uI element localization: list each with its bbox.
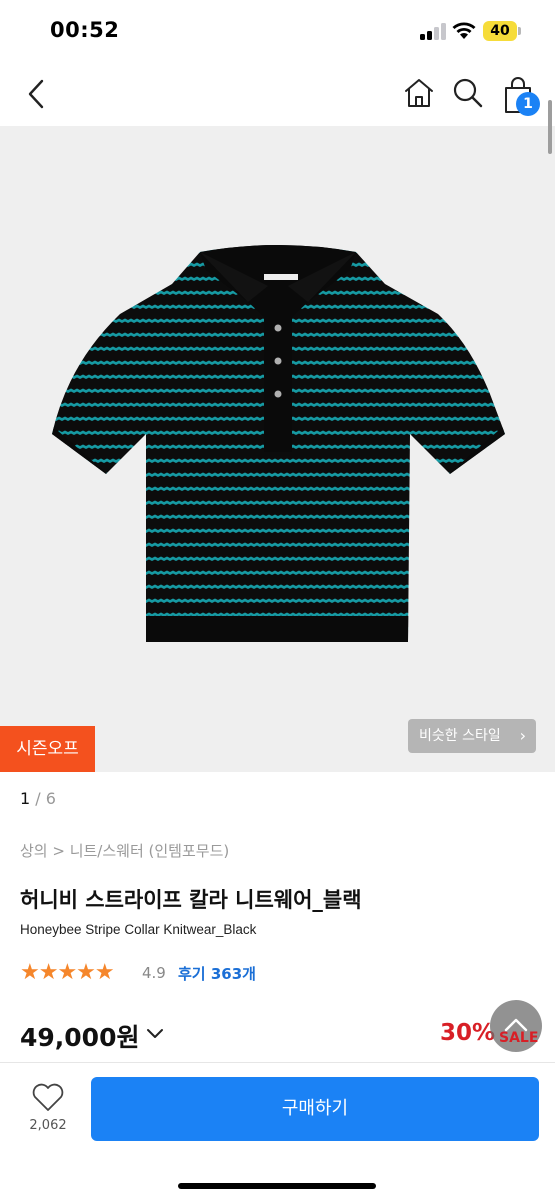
back-icon[interactable] — [22, 76, 52, 112]
like-count: 2,062 — [29, 1118, 67, 1133]
home-indicator — [178, 1183, 376, 1189]
pager-total: 6 — [45, 789, 56, 808]
top-nav — [0, 62, 555, 126]
similar-style-button[interactable]: 비슷한 스타일 › — [408, 719, 536, 753]
product-title-english: Honeybee Stripe Collar Knitwear_Black — [20, 922, 257, 937]
bottom-bar-divider — [0, 1062, 555, 1063]
search-icon[interactable] — [451, 76, 485, 110]
cellular-signal-icon — [420, 22, 446, 40]
status-bar: 00:52 40 — [0, 0, 555, 62]
rating-stars-icon: ★★★★★ — [20, 960, 115, 985]
status-time: 00:52 — [50, 18, 120, 42]
home-icon[interactable] — [402, 76, 436, 110]
product-title: 허니비 스트라이프 칼라 니트웨어_블랙 — [20, 888, 362, 912]
sale-label: SALE — [499, 1030, 539, 1046]
image-pager: 1 / 6 — [20, 789, 56, 808]
category-breadcrumb[interactable]: 상의 > 니트/스웨터 (인템포무드) — [20, 840, 229, 861]
battery-cap — [518, 27, 521, 35]
pager-current: 1 — [20, 789, 31, 808]
similar-style-label: 비슷한 스타일 — [419, 728, 501, 744]
scrollbar[interactable] — [548, 100, 552, 154]
cart-count-badge: 1 — [516, 92, 540, 116]
like-button[interactable]: 2,062 — [18, 1080, 78, 1140]
wifi-icon — [452, 22, 476, 39]
rating-value: 4.9 — [142, 964, 166, 982]
product-price[interactable]: 49,000원 — [20, 1018, 139, 1054]
reviews-link[interactable]: 후기 363개 — [178, 963, 256, 984]
pager-separator: / — [35, 789, 41, 808]
season-off-badge: 시즌오프 — [0, 726, 95, 772]
product-photo — [52, 245, 505, 642]
heart-icon — [32, 1083, 64, 1111]
battery-icon: 40 — [483, 21, 517, 41]
chevron-right-icon: › — [519, 726, 526, 745]
buy-button[interactable]: 구매하기 — [91, 1077, 539, 1141]
product-image-carousel[interactable]: 시즌오프 비슷한 스타일 › — [0, 126, 555, 772]
discount-rate: 30% — [440, 1020, 496, 1046]
chevron-down-icon[interactable] — [146, 1027, 164, 1041]
